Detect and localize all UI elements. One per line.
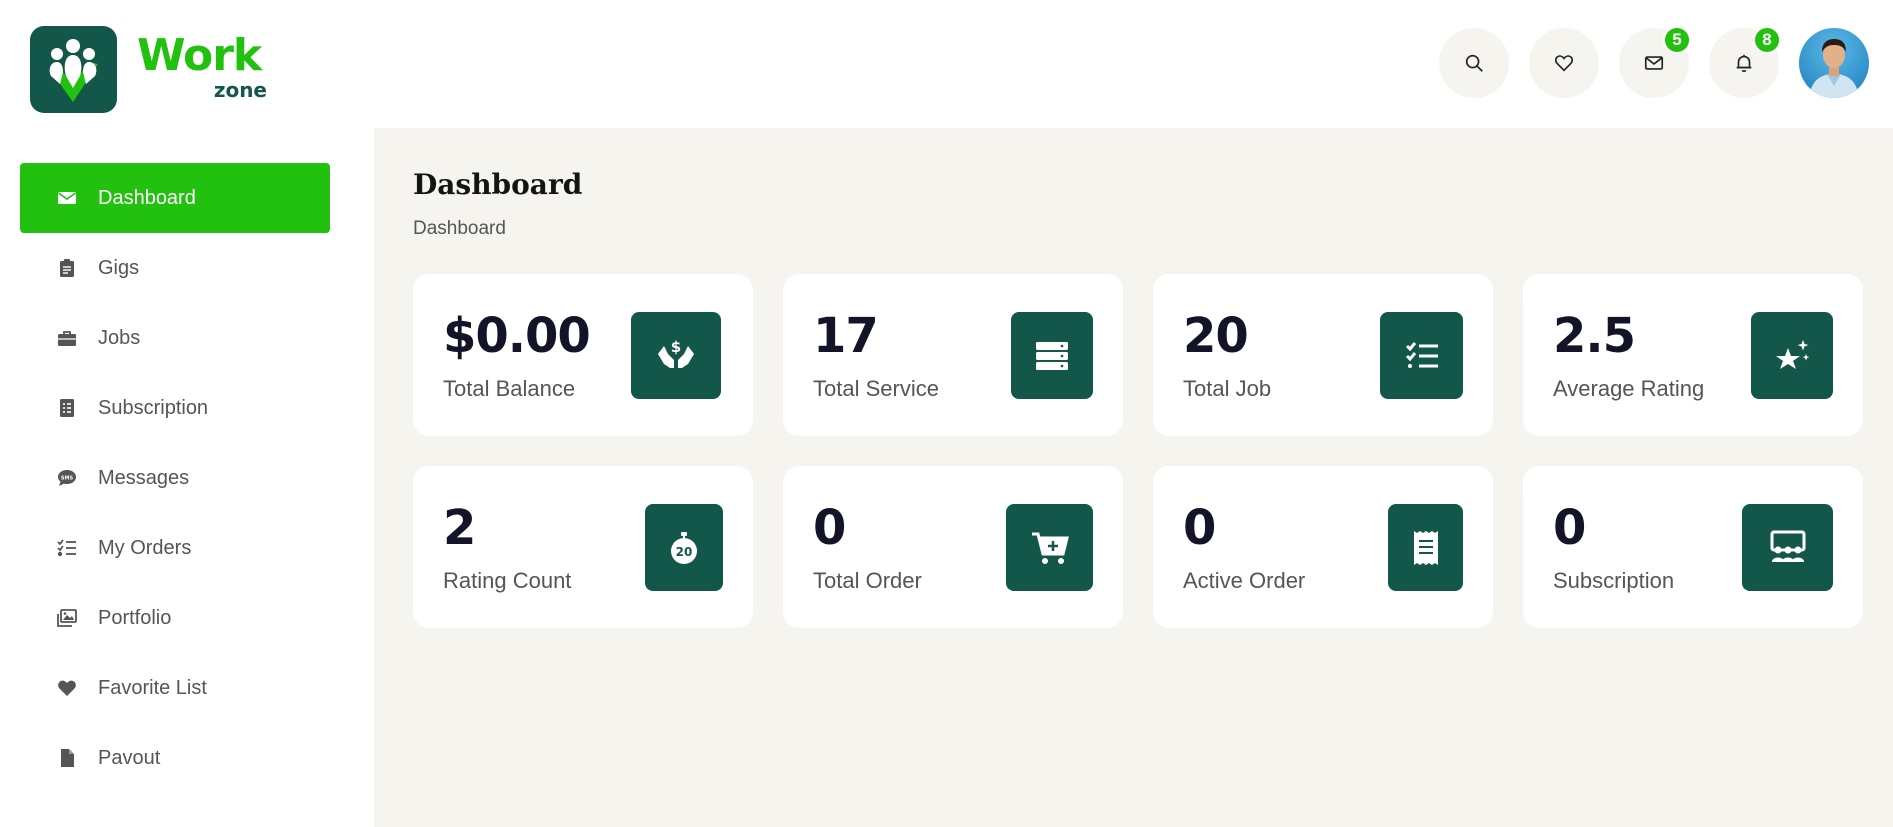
star-sparkle-icon: [1751, 312, 1833, 399]
mail-icon: [1644, 56, 1664, 70]
sidebar-item-label: Favorite List: [98, 676, 207, 699]
checklist-icon: [56, 537, 78, 559]
sidebar-item-gigs[interactable]: Gigs: [20, 233, 330, 303]
stat-value: 0: [1183, 500, 1216, 556]
stat-card-total-order[interactable]: 0 Total Order: [783, 466, 1123, 628]
sidebar-item-label: Portfolio: [98, 606, 172, 629]
main-content: Dashboard Dashboard $0.00 Total Balance …: [374, 128, 1893, 827]
stopwatch-20-icon: 20: [645, 504, 723, 591]
bell-icon: [1736, 54, 1752, 72]
sidebar-item-subscription[interactable]: Subscription: [20, 373, 330, 443]
briefcase-icon: [56, 327, 78, 349]
messages-count-badge: 5: [1663, 26, 1691, 54]
heart-outline-icon: [1554, 55, 1574, 72]
stat-card-total-service[interactable]: 17 Total Service: [783, 274, 1123, 436]
list-document-icon: [56, 397, 78, 419]
stat-value: 2: [443, 500, 476, 556]
sidebar-item-label: Dashboard: [98, 186, 196, 209]
stat-value: 2.5: [1553, 308, 1636, 364]
clipboard-icon: [56, 257, 78, 279]
favorites-button[interactable]: [1529, 28, 1599, 98]
stat-card-rating-count[interactable]: 2 Rating Count 20: [413, 466, 753, 628]
images-icon: [56, 607, 78, 629]
stat-label: Total Order: [813, 568, 922, 593]
stat-label: Average Rating: [1553, 376, 1705, 401]
stat-value: $0.00: [443, 308, 591, 364]
sidebar-item-payout[interactable]: Pavout: [20, 723, 330, 793]
receipt-icon: [1388, 504, 1463, 591]
sidebar-item-label: Pavout: [98, 746, 161, 769]
sidebar: Dashboard Gigs Jobs Subscription SMS Mes…: [0, 128, 374, 827]
user-avatar[interactable]: [1799, 28, 1869, 98]
svg-text:SMS: SMS: [61, 476, 74, 482]
envelope-icon: [56, 187, 78, 209]
messages-button[interactable]: 5: [1619, 26, 1691, 98]
file-icon: [56, 747, 78, 769]
brand-logo[interactable]: Work zone: [30, 26, 267, 113]
sidebar-item-portfolio[interactable]: Portfolio: [20, 583, 330, 653]
stat-label: Rating Count: [443, 568, 572, 593]
stat-value: 0: [1553, 500, 1586, 556]
sidebar-item-label: Jobs: [98, 326, 141, 349]
stat-card-active-order[interactable]: 0 Active Order: [1153, 466, 1493, 628]
search-button[interactable]: [1439, 28, 1509, 98]
stat-label: Active Order: [1183, 568, 1306, 593]
cart-plus-icon: [1006, 504, 1093, 591]
notifications-button[interactable]: 8: [1709, 26, 1781, 98]
sidebar-item-label: My Orders: [98, 536, 192, 559]
brand-wordmark: Work zone: [137, 26, 267, 113]
workzone-logo-icon: [30, 26, 117, 113]
svg-text:20: 20: [676, 545, 693, 559]
header-actions: 5 8: [1419, 26, 1869, 98]
stat-value: 20: [1183, 308, 1249, 364]
notifications-count-badge: 8: [1753, 26, 1781, 54]
brand-sub: zone: [213, 78, 267, 102]
sidebar-item-label: Messages: [98, 466, 190, 489]
page-title: Dashboard: [413, 168, 583, 201]
stat-label: Total Service: [813, 376, 939, 401]
list-check-icon: [1380, 312, 1463, 399]
stat-value: 17: [813, 308, 879, 364]
stat-label: Total Balance: [443, 376, 576, 401]
sidebar-item-label: Subscription: [98, 396, 209, 419]
breadcrumb[interactable]: Dashboard: [413, 218, 506, 240]
sms-bubble-icon: SMS: [56, 467, 78, 489]
stat-card-total-job[interactable]: 20 Total Job: [1153, 274, 1493, 436]
svg-text:$: $: [671, 338, 681, 356]
brand-word: Work: [137, 30, 262, 81]
stat-label: Total Job: [1183, 376, 1272, 401]
sidebar-item-jobs[interactable]: Jobs: [20, 303, 330, 373]
heart-icon: [56, 677, 78, 699]
stat-card-average-rating[interactable]: 2.5 Average Rating: [1523, 274, 1863, 436]
search-icon: [1465, 54, 1483, 72]
stat-label: Subscription: [1553, 568, 1675, 593]
sidebar-item-favorite-list[interactable]: Favorite List: [20, 653, 330, 723]
people-group-icon: [1742, 504, 1833, 591]
sidebar-item-my-orders[interactable]: My Orders: [20, 513, 330, 583]
server-icon: [1011, 312, 1093, 399]
avatar-image: [1809, 39, 1859, 98]
sidebar-item-dashboard[interactable]: Dashboard: [20, 163, 330, 233]
top-header: Work zone 5 8: [0, 0, 1893, 128]
stat-card-total-balance[interactable]: $0.00 Total Balance $: [413, 274, 753, 436]
sidebar-item-messages[interactable]: SMS Messages: [20, 443, 330, 513]
sidebar-item-label: Gigs: [98, 256, 140, 279]
stat-card-subscription[interactable]: 0 Subscription: [1523, 466, 1863, 628]
stat-value: 0: [813, 500, 846, 556]
hands-dollar-icon: $: [631, 312, 721, 399]
